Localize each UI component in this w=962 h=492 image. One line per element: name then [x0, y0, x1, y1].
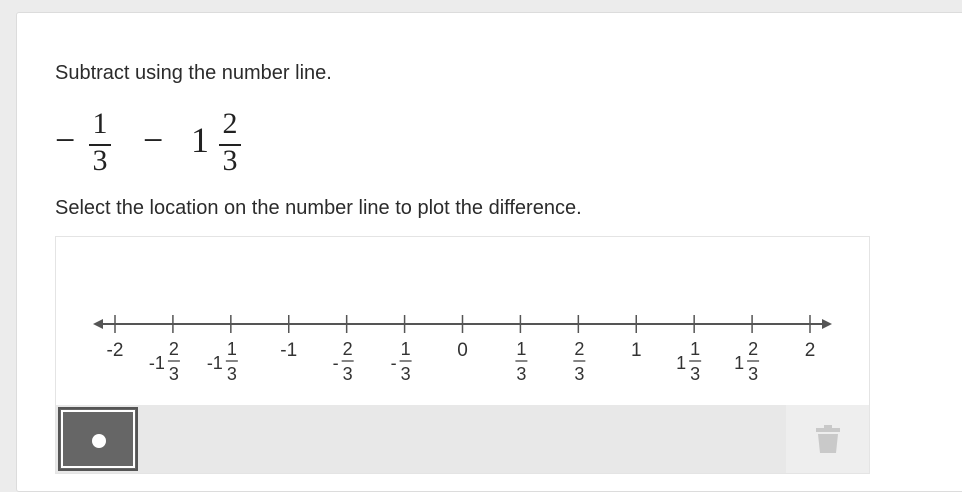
fraction-numerator: 2 — [222, 107, 238, 140]
tick-label-numerator: 2 — [169, 339, 179, 359]
leading-minus-sign: − — [55, 120, 76, 160]
tick-label-denominator: 3 — [227, 364, 237, 384]
tick-label: 1 — [631, 340, 642, 361]
trash-icon — [816, 425, 840, 453]
tick-label-numerator: 1 — [401, 339, 411, 359]
tick-label-whole-part: 1 — [676, 353, 686, 373]
tick-label: -2 — [107, 340, 124, 361]
right-arrow-icon — [822, 319, 832, 329]
graph-toolbar — [56, 405, 869, 473]
tick-label-denominator: 3 — [748, 364, 758, 384]
tick-label-whole-part: - — [391, 353, 397, 373]
tick-label-denominator: 3 — [401, 364, 411, 384]
tick-label-denominator: 3 — [516, 364, 526, 384]
tick-label-denominator: 3 — [169, 364, 179, 384]
tick-label-whole-part: -1 — [149, 353, 165, 373]
question-card: Subtract using the number line. − 1 3 − … — [16, 12, 962, 492]
delete-tool-button[interactable] — [786, 405, 869, 473]
tick-label-numerator: 1 — [516, 339, 526, 359]
tick-label: 0 — [457, 340, 468, 361]
tick-label-numerator: 1 — [227, 339, 237, 359]
tick-label-numerator: 2 — [574, 339, 584, 359]
tick-label: -1 — [280, 340, 297, 361]
tick-label-denominator: 3 — [574, 364, 584, 384]
tick-label-denominator: 3 — [690, 364, 700, 384]
fraction-denominator: 3 — [92, 144, 108, 177]
tick-label-whole-part: 1 — [734, 353, 744, 373]
fraction-denominator: 3 — [222, 144, 238, 177]
tick-label-denominator: 3 — [343, 364, 353, 384]
mixed-number-whole: 1 — [191, 120, 209, 160]
left-arrow-icon — [93, 319, 103, 329]
tick-label-numerator: 2 — [343, 339, 353, 359]
tick-label: 2 — [805, 340, 816, 361]
subtraction-operator: − — [143, 120, 164, 160]
point-tool-button[interactable] — [58, 407, 138, 471]
tick-label-whole-part: -1 — [207, 353, 223, 373]
point-icon — [92, 434, 106, 448]
number-line-plot-area[interactable]: -2 23-113-1-1 23-13-0 13231 1312312 — [56, 237, 869, 405]
tick-label-whole-part: - — [333, 353, 339, 373]
tick-label-numerator: 2 — [748, 339, 758, 359]
question-prompt: Subtract using the number line. — [55, 62, 332, 84]
fraction-numerator: 1 — [92, 107, 108, 140]
number-line-widget: -2 2 3 -1 1 3 -1 -1 2 3-1 3-0 1 3 2 3 1 1 3 1 2 3 1 2 — [55, 236, 870, 474]
tick-label-numerator: 1 — [690, 339, 700, 359]
instruction-text: Select the location on the number line t… — [55, 197, 582, 219]
